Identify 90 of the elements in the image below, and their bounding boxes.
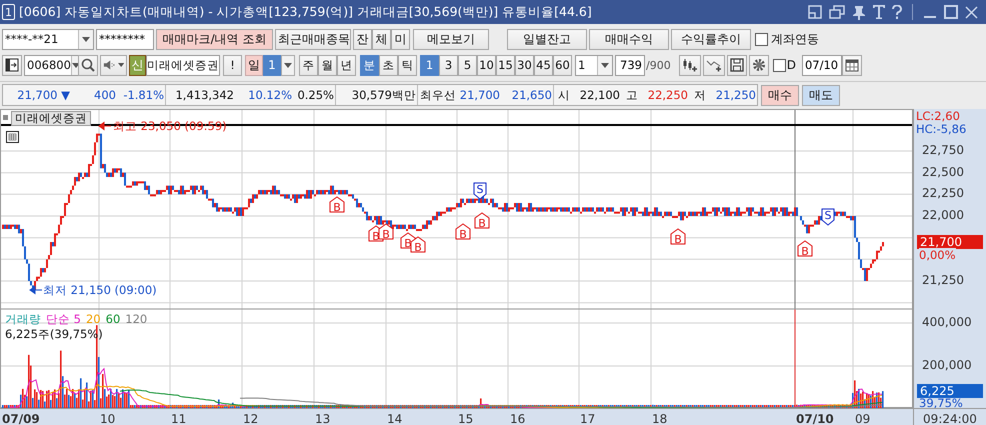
axis-label: 18 <box>652 412 668 425</box>
axis-label: 07/09 <box>2 412 40 425</box>
toolbar-button[interactable]: 메모보기 <box>413 28 489 50</box>
period-tab[interactable]: 주 <box>299 54 318 76</box>
stock-code-combo[interactable]: 006800 <box>24 54 78 76</box>
hc-value: HC:-5,86 <box>916 122 966 136</box>
interval-tab[interactable]: 3 <box>439 54 458 76</box>
lc-value: LC:2,60 <box>916 109 960 123</box>
quote-value: 21,700 <box>458 87 501 104</box>
axis-label: 21,250 <box>922 273 964 287</box>
toolbar-button[interactable]: 최근매매종목 <box>275 28 351 50</box>
quote-value: 22,250 <box>646 87 689 104</box>
quote-value: 1,413,342 <box>165 85 235 105</box>
period-tab[interactable]: 틱 <box>398 54 417 76</box>
axis-label: 400,000 <box>922 315 972 329</box>
cursor-time: 09:24:00 <box>913 408 986 425</box>
axis-label: 10 <box>100 412 116 425</box>
period-tab[interactable]: 초 <box>379 54 398 76</box>
legend-item: 거래량 <box>5 312 41 327</box>
interval-tab[interactable]: 60 <box>553 54 572 76</box>
quote-value: 0.25% <box>296 87 335 104</box>
current-price: 21,700 <box>917 235 983 249</box>
toolbar-button[interactable]: 수익률추이 <box>671 28 751 50</box>
interval-tab[interactable]: 45 <box>534 54 553 76</box>
checkbox-label: D <box>786 58 796 72</box>
interval-tab[interactable]: 30 <box>515 54 534 76</box>
period-label: 일 <box>245 54 263 76</box>
legend-item: 20 <box>86 312 101 327</box>
window-title: [0606] 자동일지차트(매매내역) - 시가총액[123,759(억)] 거래대금[30,569(백만)] 유통비율[44.6] <box>19 4 592 20</box>
quote-value: 22,100 <box>578 87 621 104</box>
axis-label: 22,250 <box>922 186 964 200</box>
alert-button[interactable]: ! <box>223 54 242 76</box>
toolbar-button[interactable]: 매매수익 <box>589 28 669 50</box>
quote-value: 21,250 <box>714 87 757 104</box>
period-tab[interactable]: 월 <box>318 54 337 76</box>
toolbar-button[interactable]: 체 <box>372 28 391 50</box>
interval-tab[interactable]: 15 <box>496 54 515 76</box>
quote-value: 저 <box>693 86 707 104</box>
period-tab[interactable]: 분 <box>360 54 379 76</box>
quote-value: 21,650 <box>510 87 553 104</box>
toolbar-button[interactable]: 미 <box>391 28 410 50</box>
credit-badge: 신 <box>129 54 146 76</box>
axis-label: 22,500 <box>922 164 964 179</box>
password-field[interactable]: ******** <box>96 28 154 50</box>
axis-label: 13 <box>315 412 330 425</box>
account-combo[interactable]: ****-**21 <box>2 28 94 50</box>
quote-value: 21,700 ▼ <box>16 87 71 104</box>
count-field[interactable]: 739 <box>615 54 645 76</box>
axis-label: 17 <box>580 412 596 425</box>
axis-label: 22,000 <box>922 208 964 222</box>
chart-title: 미래에셋증권 <box>11 111 91 126</box>
max-count: /900 <box>646 58 671 72</box>
axis-label: 16 <box>510 412 526 425</box>
window-number: 1 <box>2 4 15 20</box>
low-price-label: 최저 21,150 (09:00) <box>43 283 157 298</box>
legend-item: 120 <box>125 312 148 327</box>
axis-label: 22,750 <box>922 143 964 157</box>
date-field[interactable]: 07/10 <box>802 54 842 76</box>
legend-item: 60 <box>106 312 120 327</box>
axis-label: 07/10 <box>796 412 834 425</box>
quote-value: 400 <box>93 87 117 104</box>
toolbar-button[interactable]: 잔 <box>353 28 372 50</box>
quote-value: 30,579백만 <box>335 85 417 105</box>
volume-ratio: 39,75% <box>919 396 963 410</box>
quote-value: 고 <box>625 86 639 104</box>
interval-tab[interactable]: 10 <box>477 54 496 76</box>
axis-label: 09 <box>855 412 870 425</box>
axis-label: 15 <box>458 412 474 425</box>
interval-tab[interactable]: 1 <box>420 54 439 76</box>
interval-combo[interactable]: 1 <box>575 54 613 76</box>
quote-value: 시 <box>553 85 571 105</box>
interval-tab[interactable]: 5 <box>458 54 477 76</box>
axis-label: 11 <box>171 412 186 425</box>
legend-item: 단순 5 <box>46 312 81 327</box>
checkbox-label: 계좌연동 <box>771 30 819 48</box>
toolbar-button[interactable]: 매매마크/내역 조회 <box>156 28 273 50</box>
toolbar-button[interactable]: 일별잔고 <box>507 28 587 50</box>
sell-button[interactable]: 매도 <box>802 84 840 106</box>
period-value[interactable]: 1 <box>263 54 281 76</box>
axis-label: 200,000 <box>922 358 972 372</box>
quote-value: 10.12% <box>247 87 293 104</box>
axis-label: 14 <box>387 412 402 425</box>
period-tab[interactable]: 년 <box>337 54 356 76</box>
quote-value: -1.81% <box>122 87 165 104</box>
buy-button[interactable]: 매수 <box>761 84 799 106</box>
quote-value: 최우선 <box>417 85 457 105</box>
stock-name-field[interactable]: 미래에셋증권 <box>146 54 220 76</box>
price-change: 0,00% <box>919 248 956 262</box>
current-volume: 6,225 <box>917 384 983 398</box>
axis-label: 12 <box>243 412 258 425</box>
